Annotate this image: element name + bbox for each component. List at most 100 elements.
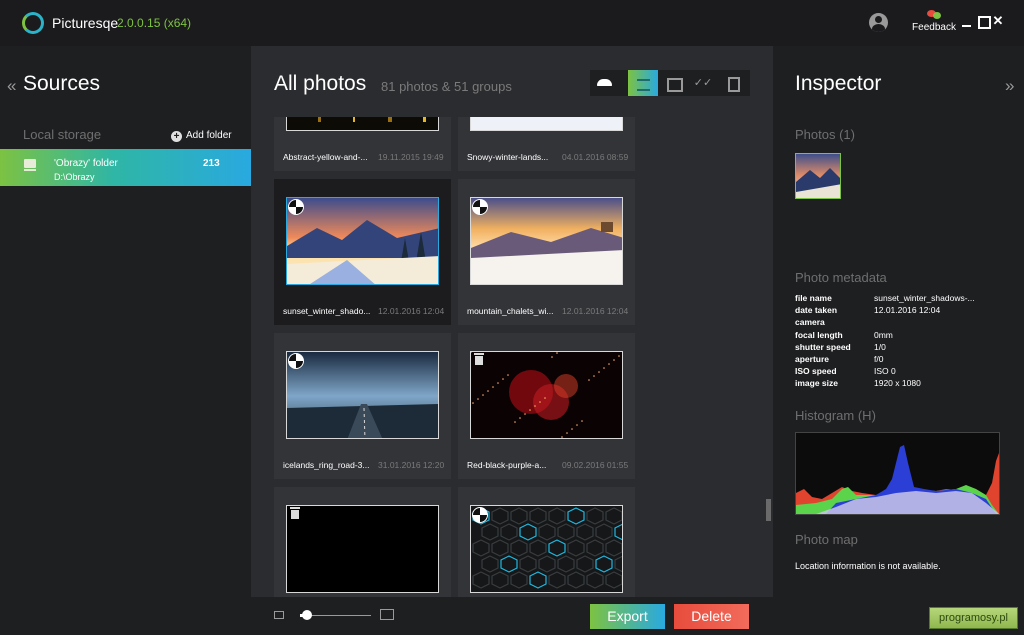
- photo-thumbnail[interactable]: [470, 505, 623, 593]
- photo-name: icelands_ring_road-3...: [283, 460, 370, 470]
- metadata-value: 12.01.2016 12:04: [874, 305, 941, 316]
- metadata-key: file name: [795, 293, 832, 303]
- sources-panel: « Sources Local storage + Add folder 'Obr…: [0, 46, 251, 635]
- photo-card[interactable]: mountain_chalets_wi... 12.01.2016 12:04: [458, 179, 635, 325]
- select-all-button[interactable]: ✓✓: [688, 70, 718, 96]
- metadata-row: shutter speed 1/0: [795, 342, 1005, 354]
- cloud-view-button[interactable]: [590, 70, 620, 96]
- metadata-row: ISO speed ISO 0: [795, 366, 1005, 378]
- maximize-button[interactable]: [976, 14, 991, 29]
- metadata-value: 1920 x 1080: [874, 378, 921, 389]
- add-folder-button[interactable]: + Add folder: [171, 130, 232, 142]
- app-version: 2.0.0.15 (x64): [117, 16, 192, 30]
- metadata-row: camera: [795, 317, 1005, 329]
- histogram-section-label: Histogram (H): [795, 408, 876, 423]
- photo-count-summary: 81 photos & 51 groups: [381, 79, 512, 94]
- metadata-row: aperture f/0: [795, 354, 1005, 366]
- metadata-key: ISO speed: [795, 366, 837, 377]
- photo-name: sunset_winter_shado...: [283, 306, 371, 316]
- metadata-value: 0mm: [874, 329, 893, 340]
- metadata-value: f/0: [874, 353, 884, 364]
- page-title: All photos: [274, 72, 367, 95]
- metadata-key: shutter speed: [795, 341, 851, 352]
- feedback-label: Feedback: [912, 22, 956, 33]
- inspector-panel: Inspector » Photos (1) Photo metadata fi…: [773, 46, 1024, 635]
- group-pie-icon: [288, 199, 304, 215]
- folder-name: 'Obrazy' folder: [54, 158, 118, 169]
- group-pie-icon: [472, 507, 488, 523]
- photo-card[interactable]: Red-black-purple-a... 09.02.2016 01:55: [458, 333, 635, 479]
- metadata-row: file name sunset_winter_shadows-...: [795, 293, 1005, 305]
- zoom-out-image-icon[interactable]: [274, 611, 284, 619]
- folder-path: D:\Obrazy: [54, 172, 95, 182]
- location-status: Location information is not available.: [795, 561, 941, 571]
- plus-circle-icon: +: [171, 131, 182, 142]
- duplicates-view-button[interactable]: [718, 70, 748, 96]
- folder-count: 213: [203, 158, 220, 169]
- selected-photo-thumbnail[interactable]: [795, 153, 841, 199]
- trash-icon: [474, 353, 484, 365]
- collapse-sources-button[interactable]: «: [7, 76, 16, 96]
- metadata-key: image size: [795, 378, 838, 389]
- photo-thumbnail[interactable]: [286, 197, 439, 285]
- app-logo-icon: [22, 12, 44, 34]
- trash-icon: [290, 507, 300, 519]
- photo-thumbnail[interactable]: [470, 351, 623, 439]
- photo-grid: Abstract-yellow-and-... 19.11.2015 19:49 S…: [274, 117, 754, 598]
- feedback-button[interactable]: Feedback: [910, 8, 958, 38]
- delete-button[interactable]: Delete: [674, 604, 749, 629]
- photo-date: 19.11.2015 19:49: [378, 152, 444, 162]
- bottom-bar: Export Delete: [251, 597, 773, 635]
- photo-card[interactable]: Snowy-winter-lands... 04.01.2016 08:59: [458, 117, 635, 171]
- photo-card[interactable]: icelands_ring_road-3... 31.01.2016 12:20: [274, 333, 451, 479]
- photo-name: Abstract-yellow-and-...: [283, 152, 368, 162]
- metadata-key: camera: [795, 317, 825, 328]
- metadata-row: date taken 12.01.2016 12:04: [795, 305, 1005, 317]
- photo-card[interactable]: Abstract-yellow-and-... 19.11.2015 19:49: [274, 117, 451, 171]
- metadata-row: image size 1920 x 1080: [795, 378, 1005, 390]
- grid-view-button[interactable]: [658, 70, 688, 96]
- folder-item-obrazy[interactable]: 'Obrazy' folder D:\Obrazy 213: [0, 149, 251, 186]
- zoom-slider-knob[interactable]: [302, 610, 313, 620]
- metadata-table: file name sunset_winter_shadows-... date …: [795, 293, 1005, 391]
- photo-card[interactable]: [458, 487, 635, 598]
- photo-card[interactable]: [274, 487, 451, 598]
- vertical-scrollbar[interactable]: [764, 117, 770, 598]
- photo-name: Red-black-purple-a...: [467, 460, 547, 470]
- group-pie-icon: [472, 199, 488, 215]
- photo-date: 12.01.2016 12:04: [562, 306, 629, 316]
- user-account-icon[interactable]: [869, 13, 888, 32]
- photo-card[interactable]: sunset_winter_shado... 12.01.2016 12:04: [274, 179, 451, 325]
- photos-panel: All photos 81 photos & 51 groups ✓✓ Abst…: [251, 46, 773, 635]
- photo-thumbnail[interactable]: [286, 117, 439, 131]
- close-button[interactable]: ✕: [991, 14, 1005, 28]
- photo-thumbnail[interactable]: [286, 505, 439, 593]
- photo-date: 09.02.2016 01:55: [562, 460, 629, 470]
- photos-section-label: Photos (1): [795, 127, 855, 142]
- collapse-inspector-button[interactable]: »: [1005, 76, 1014, 96]
- map-section-label: Photo map: [795, 532, 858, 547]
- scrollbar-thumb[interactable]: [766, 499, 771, 521]
- metadata-value: ISO 0: [874, 366, 896, 377]
- photo-thumbnail[interactable]: [470, 197, 623, 285]
- metadata-value: 1/0: [874, 341, 886, 352]
- add-folder-label: Add folder: [186, 130, 232, 141]
- local-storage-label: Local storage: [23, 127, 102, 142]
- metadata-section-label: Photo metadata: [795, 270, 887, 285]
- zoom-in-image-icon[interactable]: [380, 609, 394, 620]
- photo-thumbnail[interactable]: [286, 351, 439, 439]
- view-toolbar: ✓✓: [590, 70, 750, 96]
- histogram: [795, 432, 1000, 515]
- photo-date: 04.01.2016 08:59: [562, 152, 629, 162]
- list-view-button[interactable]: [628, 70, 658, 96]
- drive-icon: [24, 159, 36, 171]
- watermark-logo: programosy.pl: [929, 607, 1018, 629]
- photo-name: Snowy-winter-lands...: [467, 152, 549, 162]
- metadata-key: date taken: [795, 305, 838, 316]
- export-button[interactable]: Export: [590, 604, 665, 629]
- photo-date: 12.01.2016 12:04: [378, 306, 445, 316]
- group-pie-icon: [288, 353, 304, 369]
- photo-thumbnail[interactable]: [470, 117, 623, 131]
- minimize-button[interactable]: [960, 14, 974, 28]
- metadata-key: focal length: [795, 329, 843, 340]
